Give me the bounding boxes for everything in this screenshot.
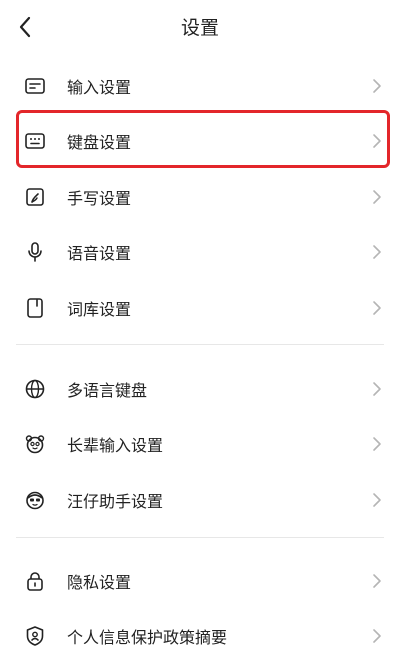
lock-icon (24, 570, 46, 592)
menu-item-handwriting-settings[interactable]: 手写设置 (0, 169, 400, 225)
menu-item-lexicon-settings[interactable]: 词库设置 (0, 280, 400, 336)
input-settings-icon (24, 75, 46, 97)
globe-icon (24, 378, 46, 400)
section-divider (16, 537, 384, 538)
menu-item-keyboard-settings[interactable]: 键盘设置 (0, 114, 400, 170)
menu-item-label: 隐私设置 (67, 569, 131, 593)
lexicon-icon (24, 297, 46, 319)
menu-item-label: 语音设置 (67, 240, 131, 264)
chevron-right-icon (372, 300, 382, 316)
page-title: 设置 (0, 13, 400, 40)
menu-item-voice-settings[interactable]: 语音设置 (0, 225, 400, 281)
chevron-right-icon (372, 436, 382, 452)
top-bar: 设置 (0, 0, 400, 56)
shield-user-icon (24, 625, 46, 647)
chevron-right-icon (372, 244, 382, 260)
elder-face-icon (24, 433, 46, 455)
section-divider (16, 344, 384, 345)
settings-group-basic: 输入设置 键盘设置 手写设置 语音设置 词库设置 (0, 58, 400, 336)
chevron-right-icon (372, 133, 382, 149)
assistant-face-icon (24, 489, 46, 511)
settings-group-privacy: 隐私设置 个人信息保护政策摘要 (0, 553, 400, 664)
menu-item-label: 多语言键盘 (67, 377, 147, 401)
menu-item-elder-input-settings[interactable]: 长辈输入设置 (0, 417, 400, 473)
microphone-icon (24, 241, 46, 263)
menu-item-assistant-settings[interactable]: 汪仔助手设置 (0, 472, 400, 528)
chevron-right-icon (372, 381, 382, 397)
menu-item-label: 汪仔助手设置 (67, 488, 163, 512)
menu-item-label: 键盘设置 (67, 129, 131, 153)
chevron-right-icon (372, 628, 382, 644)
menu-item-label: 输入设置 (67, 74, 131, 98)
keyboard-icon (24, 130, 46, 152)
menu-item-privacy-policy-summary[interactable]: 个人信息保护政策摘要 (0, 609, 400, 664)
menu-item-label: 词库设置 (67, 296, 131, 320)
menu-item-multilingual-keyboard[interactable]: 多语言键盘 (0, 361, 400, 417)
menu-item-label: 手写设置 (67, 185, 131, 209)
chevron-right-icon (372, 78, 382, 94)
chevron-right-icon (372, 573, 382, 589)
menu-item-privacy-settings[interactable]: 隐私设置 (0, 553, 400, 609)
chevron-right-icon (372, 492, 382, 508)
menu-item-input-settings[interactable]: 输入设置 (0, 58, 400, 114)
menu-item-label: 个人信息保护政策摘要 (67, 624, 227, 648)
handwriting-icon (24, 186, 46, 208)
chevron-right-icon (372, 189, 382, 205)
menu-item-label: 长辈输入设置 (67, 432, 163, 456)
settings-group-features: 多语言键盘 长辈输入设置 汪仔助手设置 (0, 361, 400, 528)
